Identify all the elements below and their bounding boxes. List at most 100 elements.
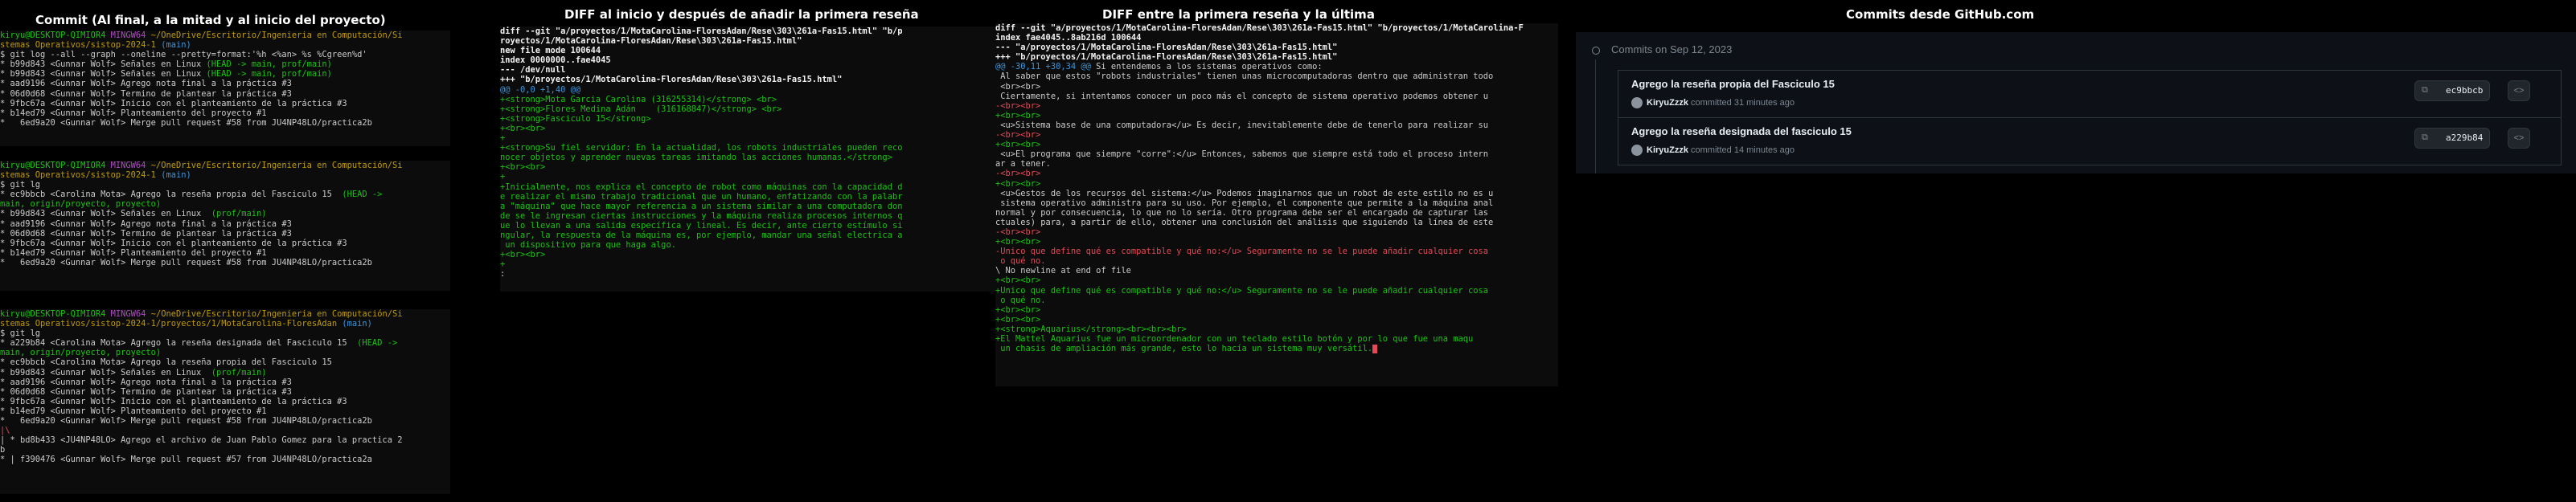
terminal-text: (main) (337, 319, 372, 329)
terminal-text: a "máquina" que hace mayor referencia a … (500, 201, 903, 211)
avatar[interactable] (1631, 145, 1643, 156)
avatar[interactable] (1631, 97, 1643, 108)
terminal-line: b (0, 445, 450, 455)
terminal-line: $ git log --all --graph --oneline --pret… (0, 50, 450, 59)
terminal-line: sistema operativo administra para su uso… (995, 198, 1558, 208)
terminal-text: MINGW64 (110, 31, 151, 40)
diff-terminal-first: diff --git "a/proyectos/1/MotaCarolina-F… (500, 27, 1000, 292)
terminal-text: (main) (155, 170, 191, 181)
terminal-line: ctuales) para, a partir de ello, obtener… (995, 218, 1558, 227)
terminal-text: * 9fbc67a <Gunnar Wolf> Inicio con el pl… (0, 98, 347, 108)
terminal-text: <br><br> (995, 81, 1041, 92)
terminal-line: * 6ed9a20 <Gunnar Wolf> Merge pull reque… (0, 416, 450, 426)
terminal-line: ar a tener. (995, 159, 1558, 169)
terminal-text: --- "a/proyectos/1/MotaCarolina-FloresAd… (995, 43, 1338, 53)
terminal-line: e realizar el mismo trabajo tradicional … (500, 192, 1000, 202)
terminal-text: -Unico que define qué es compatible y qu… (995, 247, 1489, 257)
terminal-line: stemas Operativos/sistop-2024-1 (main) (0, 170, 450, 180)
terminal-text: ~/OneDrive/Escritorio/Ingenieria en Comp… (150, 31, 403, 40)
terminal-line: kiryu@DESKTOP-QIMIOR4 MINGW64 ~/OneDrive… (0, 309, 450, 319)
terminal-text: ue lo llevan a una salida específica y l… (500, 220, 903, 231)
terminal-text: \ No newline at end of file (995, 266, 1131, 276)
terminal-text: + (500, 259, 506, 270)
terminal-text: b (0, 445, 6, 455)
terminal-text: : (500, 269, 506, 280)
terminal-text: stemas Operativos/sistop-2024-1 (0, 40, 156, 51)
browse-repo-button[interactable]: <> (2508, 80, 2530, 101)
terminal-text: o qué no. (995, 295, 1046, 305)
terminal-line: index 0000000..fae4045 (500, 55, 1000, 65)
copy-sha-button[interactable]: ⧉ ec9bbcb (2414, 80, 2490, 101)
terminal-line: +El Mattel Aquarius fue un microordenado… (995, 334, 1558, 344)
terminal-line: * 9fbc67a <Gunnar Wolf> Inicio con el pl… (0, 239, 450, 248)
terminal-text: * 06d0d68 <Gunnar Wolf> Termino de plant… (0, 228, 292, 239)
terminal-text: +<strong>Mota Garcia Carolina (316255314… (500, 94, 777, 104)
terminal-text: <u>Gestos de los recursos del sistema:</… (995, 188, 1494, 198)
terminal-line: $ git lg (0, 180, 450, 190)
terminal-text: main, origin/proyecto, proyecto) (0, 348, 162, 358)
terminal-text: -<br><br> (995, 130, 1041, 141)
terminal-text: @@ -0,0 +1,40 @@ (500, 84, 581, 95)
terminal-line: +<strong>Fasciculo 15</strong> (500, 114, 1000, 124)
terminal-line: * aad9196 <Gunnar Wolf> Agrego nota fina… (0, 79, 450, 88)
copy-icon: ⧉ (2422, 85, 2428, 95)
terminal-line: royectos/1/MotaCarolina-FloresAdan/Rese\… (500, 36, 1000, 46)
commit-title-link[interactable]: Agrego la reseña designada del fasciculo… (1631, 125, 1852, 137)
terminal-line: Al saber que estos "robots industriales"… (995, 71, 1558, 81)
terminal-text: * 06d0d68 <Gunnar Wolf> Termino de plant… (0, 386, 292, 397)
terminal-text: $ git log --all --graph --oneline --pret… (0, 50, 367, 60)
terminal-text: <u>El programa que siempre "corre":</u> … (995, 149, 1489, 160)
terminal-line: kiryu@DESKTOP-QIMIOR4 MINGW64 ~/OneDrive… (0, 31, 450, 40)
copy-sha-button[interactable]: ⧉ a229b84 (2414, 128, 2490, 149)
terminal-line: * aad9196 <Gunnar Wolf> Agrego nota fina… (0, 219, 450, 229)
terminal-line: normal y por consecuencia, lo que no lo … (995, 208, 1558, 218)
terminal-text: + (500, 133, 506, 144)
terminal-line: <u>Gestos de los recursos del sistema:</… (995, 189, 1558, 198)
terminal-line: * | f390476 <Gunnar Wolf> Merge pull req… (0, 455, 450, 464)
terminal-line: + (500, 259, 1000, 269)
terminal-line: $ git lg (0, 329, 450, 338)
terminal-line: main, origin/proyecto, proyecto) (0, 199, 450, 209)
terminal-line: * b14ed79 <Gunnar Wolf> Planteamiento de… (0, 406, 450, 416)
code-brackets-icon: <> (2513, 86, 2525, 96)
terminal-text: * b99d843 <Gunnar Wolf> Señales en Linux (0, 59, 207, 70)
terminal-line: * 6ed9a20 <Gunnar Wolf> Merge pull reque… (0, 258, 450, 267)
terminal-text: +<br><br> (500, 162, 546, 173)
terminal-line: * ec9bbcb <Carolina Mota> Agrego la rese… (0, 357, 450, 367)
commit-title-link[interactable]: Agrego la reseña propia del Fasciculo 15 (1631, 78, 1835, 90)
terminal-text: new file mode 100644 (500, 46, 601, 56)
terminal-line: +<br><br> (995, 111, 1558, 120)
terminal-text: o qué no. (995, 256, 1046, 267)
terminal-line: +<br><br> (500, 250, 1000, 259)
terminal-line: o qué no. (995, 256, 1558, 266)
terminal-text: -<br><br> (995, 100, 1041, 111)
terminal-text: + (500, 172, 506, 182)
git-log-terminal-final: kiryu@DESKTOP-QIMIOR4 MINGW64 ~/OneDrive… (0, 31, 450, 146)
terminal-text: un chasis de ampliación más grande, esto… (995, 344, 1373, 354)
terminal-line: * 06d0d68 <Gunnar Wolf> Termino de plant… (0, 89, 450, 99)
terminal-line: stemas Operativos/sistop-2024-1 (main) (0, 40, 450, 50)
terminal-text: * b99d843 <Gunnar Wolf> Señales en Linux (0, 209, 207, 219)
terminal-line: * b14ed79 <Gunnar Wolf> Planteamiento de… (0, 108, 450, 118)
terminal-text: kiryu@DESKTOP-QIMIOR4 (0, 309, 111, 319)
terminal-line: +<br><br> (500, 124, 1000, 133)
terminal-line: @@ -30,11 +30,34 @@ Si entendemos a los … (995, 62, 1558, 71)
terminal-text: * b14ed79 <Gunnar Wolf> Planteamiento de… (0, 406, 267, 416)
terminal-line: * b99d843 <Gunnar Wolf> Señales en Linux… (0, 368, 450, 378)
terminal-text: * 06d0d68 <Gunnar Wolf> Termino de plant… (0, 88, 292, 99)
terminal-text: Ciertamente, si intentamos conocer un po… (995, 91, 1489, 101)
terminal-text: (prof/main) (206, 367, 267, 378)
commit-author[interactable]: KiryuZzzk (1647, 98, 1688, 108)
terminal-line: * a229b84 <Carolina Mota> Agrego la rese… (0, 338, 450, 348)
commit-row: Agrego la reseña designada del fasciculo… (1618, 118, 2561, 165)
terminal-text: e realizar el mismo trabajo tradicional … (500, 191, 903, 202)
terminal-text: * aad9196 <Gunnar Wolf> Agrego nota fina… (0, 377, 292, 387)
commit-sha[interactable]: a229b84 (2446, 133, 2483, 143)
browse-repo-button[interactable]: <> (2508, 128, 2530, 149)
terminal-line: +<strong>Aquarius</strong><br><br><br> (995, 324, 1558, 334)
terminal-text: Si entendemos a los sistemas operativos … (1090, 62, 1323, 72)
commit-author[interactable]: KiryuZzzk (1647, 145, 1688, 155)
commit-sha[interactable]: ec9bbcb (2446, 85, 2483, 96)
terminal-text: +<br><br> (995, 178, 1041, 189)
terminal-line: +<br><br> (500, 162, 1000, 172)
